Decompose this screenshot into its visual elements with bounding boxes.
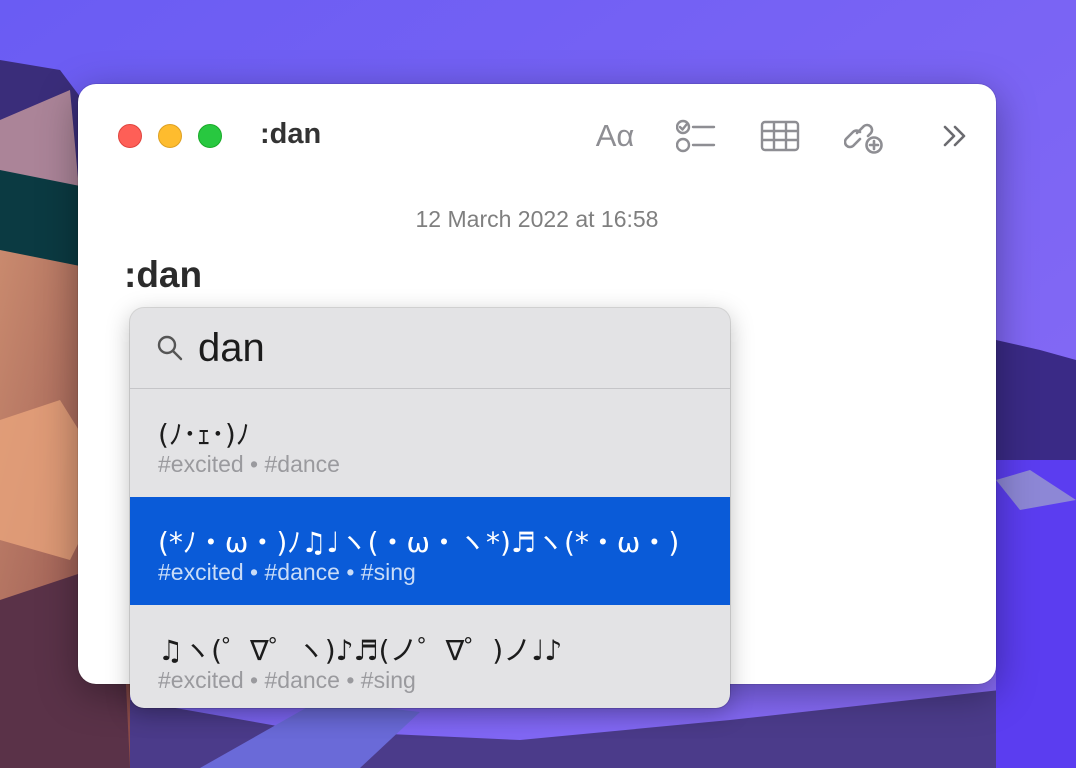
result-tags: #excited • #dance • #sing	[158, 559, 416, 585]
minimize-button[interactable]	[158, 124, 182, 148]
format-icon[interactable]: Aα	[590, 114, 640, 158]
result-tags: #excited • #dance	[158, 451, 340, 477]
result-item[interactable]: ♫ヽ(゜∇゜ヽ)♪♬(ノ゜∇゜)ノ♩♪ #excited • #dance • …	[130, 605, 730, 708]
result-kaomoji: (*ﾉ・ω・)ﾉ♫♩ヽ(・ω・ヽ*)♬ヽ(*・ω・)	[158, 526, 680, 559]
result-kaomoji: (ﾉ･ｪ･)ﾉ	[158, 418, 250, 451]
more-icon[interactable]	[940, 114, 970, 158]
search-icon	[157, 335, 183, 361]
link-icon[interactable]	[842, 114, 886, 158]
checklist-icon[interactable]	[674, 114, 718, 158]
kaomoji-picker: (ﾉ･ｪ･)ﾉ #excited • #dance (*ﾉ・ω・)ﾉ♫♩ヽ(・ω…	[130, 308, 730, 708]
result-tags: #excited • #dance • #sing	[158, 667, 416, 693]
note-date: 12 March 2022 at 16:58	[415, 206, 659, 232]
zoom-button[interactable]	[198, 124, 222, 148]
result-item-selected[interactable]: (*ﾉ・ω・)ﾉ♫♩ヽ(・ω・ヽ*)♬ヽ(*・ω・) #excited • #d…	[130, 497, 730, 605]
window-title: :dan	[260, 118, 322, 150]
search-input[interactable]	[198, 325, 698, 371]
result-kaomoji: ♫ヽ(゜∇゜ヽ)♪♬(ノ゜∇゜)ノ♩♪	[158, 634, 563, 667]
result-item[interactable]: (ﾉ･ｪ･)ﾉ #excited • #dance	[130, 389, 730, 497]
table-icon[interactable]	[758, 114, 802, 158]
note-heading[interactable]: :dan	[124, 254, 202, 296]
picker-search-row	[130, 308, 730, 389]
close-button[interactable]	[118, 124, 142, 148]
